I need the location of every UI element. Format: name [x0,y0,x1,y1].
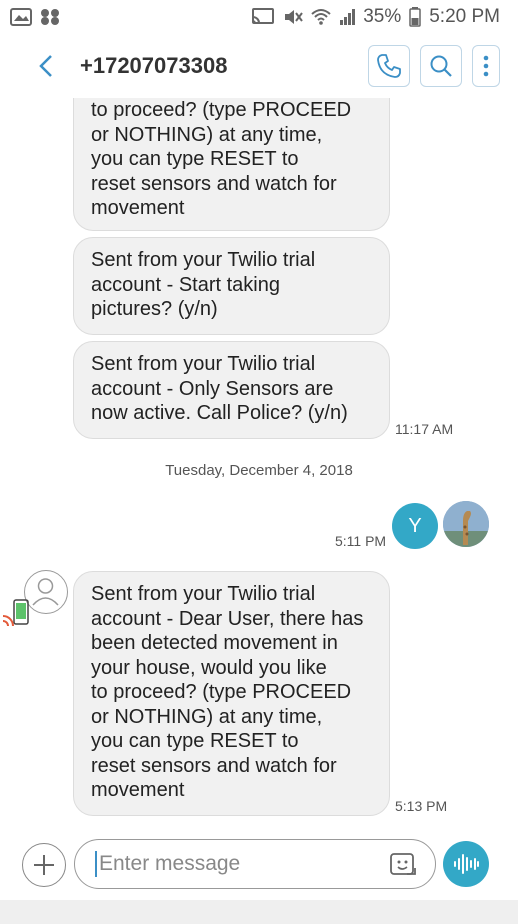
battery-percent: 35% [363,6,402,27]
message-bubble[interactable]: to proceed? (type PROCEED or NOTHING) at… [73,98,390,231]
search-button[interactable] [420,45,462,87]
app-notification-icon [41,9,59,25]
message-bubble[interactable]: Sent from your Twilio trial account - De… [73,571,390,816]
sender-avatar: Y [392,503,438,549]
search-icon [430,55,452,77]
more-options-button[interactable] [472,45,500,87]
date-separator: Tuesday, December 4, 2018 [165,462,353,479]
gallery-notification-icon [10,8,32,26]
cast-icon [252,8,275,24]
user-photo-avatar[interactable] [443,501,489,547]
message-timestamp: 11:17 AM [395,421,454,437]
attach-button[interactable] [22,843,66,887]
phone-icon [377,54,401,78]
call-button[interactable] [368,45,410,87]
voice-input-button[interactable] [443,841,489,887]
plus-icon [34,855,54,875]
clock: 5:20 PM [429,6,500,27]
message-input-placeholder: Enter message [99,852,241,875]
message-bubble[interactable]: Sent from your Twilio trial account - St… [73,237,390,335]
sender-avatar-initial: Y [408,514,422,537]
message-timestamp: 5:13 PM [395,798,448,814]
contact-title: +17207073308 [80,53,228,78]
back-button[interactable] [30,50,62,82]
screen-mirror-icon [2,598,30,628]
chevron-left-icon [39,55,52,77]
message-thread[interactable]: to proceed? (type PROCEED or NOTHING) at… [0,98,518,818]
navigation-bar [0,900,518,924]
giraffe-photo-icon [443,501,489,547]
status-bar: 35% 5:20 PM [0,0,518,34]
more-vertical-icon [483,55,489,77]
composer: Enter message [0,836,518,894]
wifi-icon [311,9,331,25]
mute-icon [285,10,304,24]
person-icon [32,578,59,606]
battery-icon [409,7,421,27]
conversation-header: +17207073308 [0,34,518,98]
text-cursor [95,851,97,877]
message-bubble[interactable]: Sent from your Twilio trial account - On… [73,341,390,439]
voice-wave-icon [454,854,479,874]
signal-icon [340,9,356,25]
outgoing-timestamp: 5:11 PM [335,533,387,549]
sticker-icon[interactable] [389,851,417,879]
contact-avatar[interactable] [24,570,68,614]
message-input[interactable]: Enter message [74,839,436,889]
